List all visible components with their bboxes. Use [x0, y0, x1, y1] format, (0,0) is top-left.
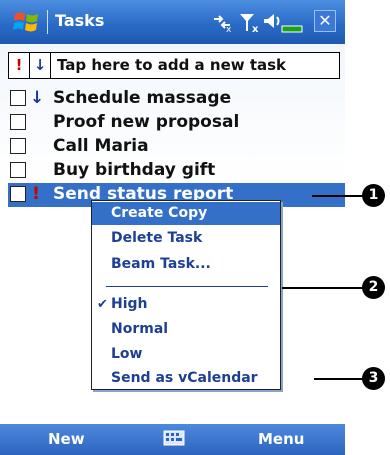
low-priority-icon: ↓ [30, 88, 45, 108]
network-icon[interactable]: x [210, 11, 234, 33]
task-label: Schedule massage [53, 88, 232, 108]
menu-divider [106, 286, 268, 287]
callout-line [314, 378, 367, 380]
svg-text:x: x [252, 24, 259, 33]
task-row[interactable]: Proof new proposal [8, 111, 345, 135]
menu-item-delete-task[interactable]: Delete Task [92, 227, 280, 250]
task-checkbox[interactable] [10, 114, 26, 130]
task-checkbox[interactable] [10, 186, 26, 202]
battery-icon [281, 25, 303, 33]
high-priority-icon: ! [32, 184, 40, 204]
callout-line [312, 195, 367, 197]
task-row[interactable]: Call Maria [8, 135, 345, 159]
callout-line [282, 287, 367, 289]
menu-item-priority-high[interactable]: ✔ High [92, 293, 280, 316]
no-signal-icon[interactable]: x [238, 11, 262, 33]
close-button[interactable]: ✕ [314, 10, 336, 32]
check-icon: ✔ [97, 297, 108, 312]
title-bar: Tasks x x ✕ [0, 0, 345, 44]
title-separator [47, 10, 48, 34]
priority-toggle[interactable]: ! [9, 53, 30, 78]
task-context-menu: Create Copy Delete Task Beam Task... ✔ H… [91, 200, 281, 390]
task-checkbox[interactable] [10, 138, 26, 154]
new-task-input[interactable]: Tap here to add a new task [57, 56, 286, 74]
new-task-entry-bar[interactable]: ! ↓ Tap here to add a new task [8, 52, 340, 79]
task-label: Call Maria [53, 136, 149, 156]
callout-marker: 1 [362, 184, 385, 207]
windows-start-icon[interactable] [12, 8, 42, 36]
command-bar: New Menu [0, 424, 345, 455]
svg-text:x: x [226, 25, 232, 33]
callout-marker: 3 [362, 367, 385, 390]
menu-item-send-vcalendar[interactable]: Send as vCalendar [92, 367, 280, 390]
task-label: Buy birthday gift [53, 160, 216, 180]
keyboard-icon[interactable] [163, 429, 185, 447]
app-title: Tasks [55, 11, 105, 30]
task-checkbox[interactable] [10, 162, 26, 178]
volume-icon[interactable] [262, 11, 304, 33]
menu-item-create-copy[interactable]: Create Copy [92, 202, 280, 225]
task-row[interactable]: ↓ Schedule massage [8, 87, 345, 111]
new-button[interactable]: New [48, 430, 85, 448]
task-checkbox[interactable] [10, 90, 26, 106]
task-row[interactable]: Buy birthday gift [8, 159, 345, 183]
menu-item-priority-low[interactable]: Low [92, 343, 280, 366]
menu-item-label: High [111, 296, 148, 312]
sort-toggle[interactable]: ↓ [30, 53, 51, 78]
menu-item-priority-normal[interactable]: Normal [92, 318, 280, 341]
menu-button[interactable]: Menu [258, 430, 304, 448]
callout-marker: 2 [362, 276, 385, 299]
task-label: Proof new proposal [53, 112, 240, 132]
device-screen: Tasks x x ✕ ! ↓ Tap here to add a new ta… [0, 0, 345, 455]
menu-item-beam-task[interactable]: Beam Task... [92, 253, 280, 276]
